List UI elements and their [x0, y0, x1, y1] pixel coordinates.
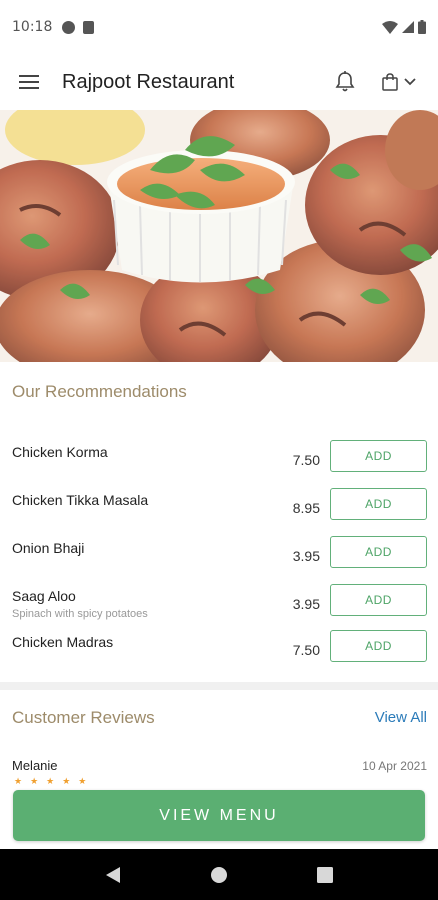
- system-nav-bar: [0, 849, 438, 900]
- recommendations-title: Our Recommendations: [12, 382, 187, 401]
- back-icon[interactable]: [93, 855, 133, 895]
- item-price: 3.95: [292, 596, 320, 612]
- view-all-link[interactable]: View All: [375, 709, 427, 726]
- reviews-section: Customer Reviews View All Melanie 10 Apr…: [0, 690, 438, 800]
- status-bar: 10:18: [0, 0, 438, 54]
- list-item: Saag Aloo Spinach with spicy potatoes 3.…: [0, 582, 438, 626]
- add-button[interactable]: ADD: [330, 488, 427, 520]
- view-menu-button[interactable]: VIEW MENU: [13, 790, 425, 841]
- recommendations-section: Our Recommendations Chicken Korma 7.50 A…: [0, 362, 438, 682]
- cell-signal-icon: [402, 21, 414, 33]
- reviewer-name: Melanie: [12, 758, 58, 773]
- sim-card-icon: [83, 20, 95, 34]
- item-name: Chicken Tikka Masala: [12, 492, 149, 508]
- item-name: Chicken Korma: [12, 444, 108, 460]
- add-button[interactable]: ADD: [330, 630, 427, 662]
- list-item: Chicken Korma 7.50 ADD: [0, 438, 438, 482]
- item-price: 8.95: [292, 500, 320, 516]
- status-time: 10:18: [12, 19, 53, 35]
- shopping-bag-icon[interactable]: [376, 69, 422, 95]
- list-item: Chicken Tikka Masala 8.95 ADD: [0, 486, 438, 530]
- list-item: Onion Bhaji 3.95 ADD: [0, 534, 438, 578]
- app-notification-icon: [62, 20, 76, 34]
- list-item: Chicken Madras 7.50 ADD: [0, 628, 438, 672]
- star-rating: ★★★★★: [14, 776, 95, 786]
- menu-icon[interactable]: [16, 69, 42, 95]
- add-button[interactable]: ADD: [330, 584, 427, 616]
- item-name: Chicken Madras: [12, 634, 114, 650]
- item-description: Spinach with spicy potatoes: [12, 608, 148, 620]
- page-title: Rajpoot Restaurant: [62, 70, 235, 93]
- reviews-title: Customer Reviews: [12, 708, 155, 727]
- item-price: 7.50: [292, 642, 320, 658]
- chevron-down-icon[interactable]: [404, 78, 416, 86]
- bell-icon[interactable]: [332, 69, 358, 95]
- item-price: 7.50: [292, 452, 320, 468]
- item-name: Onion Bhaji: [12, 540, 85, 556]
- item-name: Saag Aloo: [12, 588, 76, 604]
- home-icon[interactable]: [199, 855, 239, 895]
- recents-icon[interactable]: [305, 855, 345, 895]
- battery-icon: [418, 20, 426, 34]
- section-divider: [0, 682, 438, 690]
- hero-food-image: [0, 110, 438, 362]
- add-button[interactable]: ADD: [330, 440, 427, 472]
- wifi-icon: [382, 20, 398, 34]
- review-date: 10 Apr 2021: [362, 759, 427, 773]
- add-button[interactable]: ADD: [330, 536, 427, 568]
- app-bar: Rajpoot Restaurant: [0, 54, 438, 110]
- item-price: 3.95: [292, 548, 320, 564]
